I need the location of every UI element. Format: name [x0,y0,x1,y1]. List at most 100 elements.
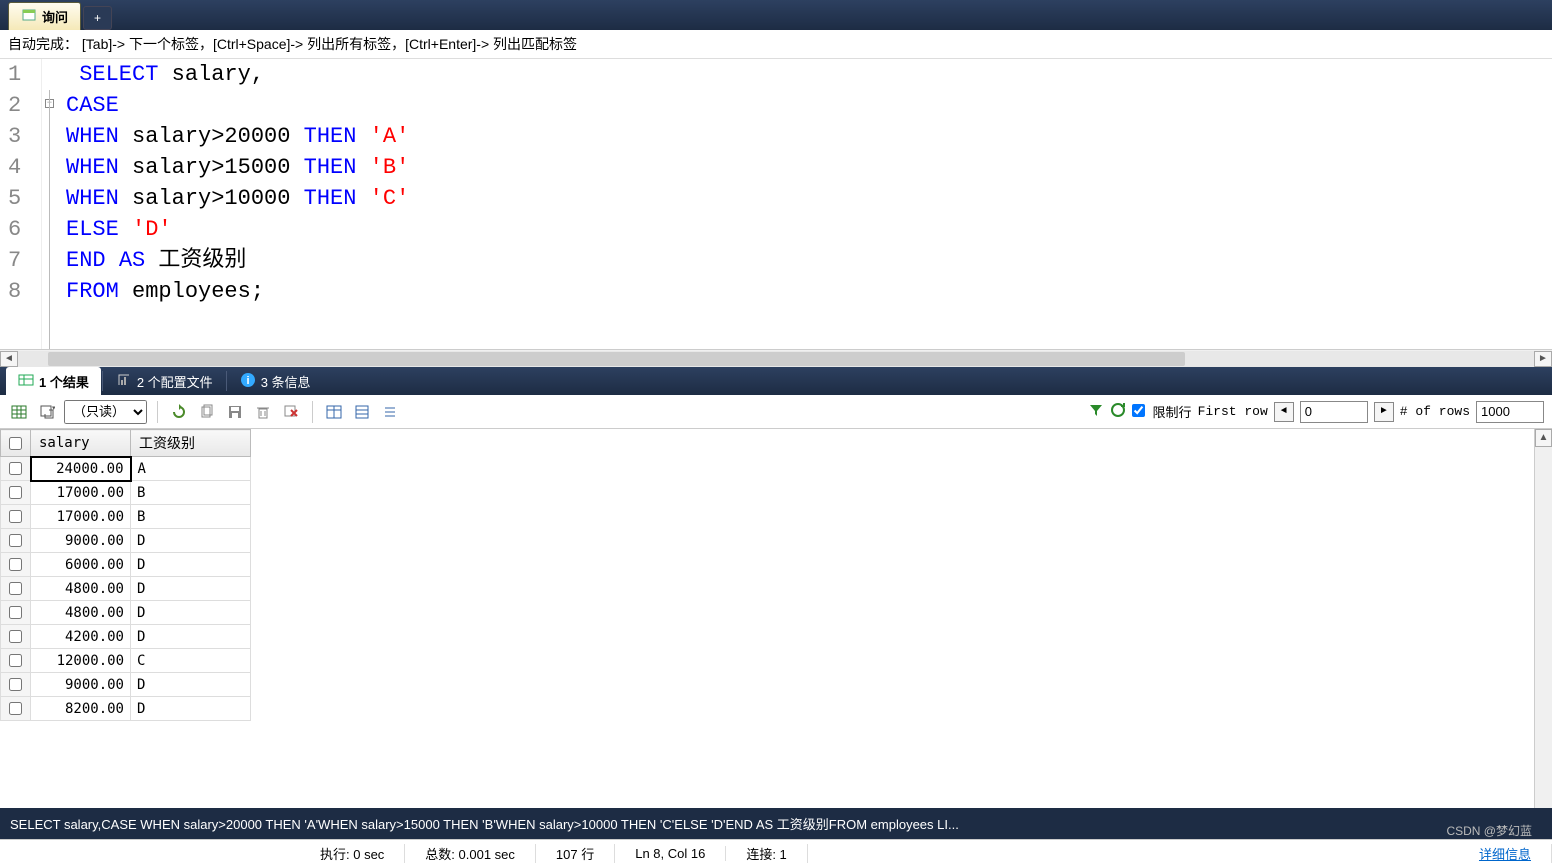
cancel-edit-button[interactable] [280,401,302,423]
table-row[interactable]: 4800.00D [1,577,251,601]
profile-icon [116,372,132,391]
table-row[interactable]: 17000.00B [1,481,251,505]
view-form-button[interactable] [351,401,373,423]
tab-results[interactable]: 1 个结果 [6,367,101,396]
status-position: Ln 8, Col 16 [615,846,726,861]
cell-salary[interactable]: 4200.00 [31,625,131,649]
row-checkbox[interactable] [1,529,31,553]
results-grid[interactable]: salary 工资级别 24000.00A17000.00B17000.00B9… [0,429,1552,808]
table-row[interactable]: 24000.00A [1,457,251,481]
scroll-thumb[interactable] [48,352,1185,366]
row-checkbox[interactable] [1,601,31,625]
column-header-level[interactable]: 工资级别 [131,430,251,457]
column-header-salary[interactable]: salary [31,430,131,457]
new-tab-button[interactable]: + [83,6,112,30]
scroll-right-arrow[interactable]: ► [1534,351,1552,367]
export-button[interactable]: ▾ [36,401,58,423]
status-rows: 107 行 [536,844,615,863]
table-row[interactable]: 9000.00D [1,673,251,697]
status-details-link[interactable]: 详细信息 [1459,844,1552,863]
line-gutter: 12345678 [0,59,42,349]
sql-editor[interactable]: 12345678 − SELECT salary,CASEWHEN salary… [0,59,1552,349]
query-tab[interactable]: 询问 [8,2,81,30]
cell-level[interactable]: D [131,529,251,553]
refresh-button[interactable] [168,401,190,423]
cell-level[interactable]: D [131,601,251,625]
cell-level[interactable]: C [131,649,251,673]
cell-level[interactable]: B [131,505,251,529]
code-content[interactable]: SELECT salary,CASEWHEN salary>20000 THEN… [58,59,1552,349]
row-checkbox[interactable] [1,649,31,673]
cell-salary[interactable]: 8200.00 [31,697,131,721]
editor-hscrollbar[interactable]: ◄ ► [0,349,1552,367]
table-row[interactable]: 6000.00D [1,553,251,577]
table-row[interactable]: 4800.00D [1,601,251,625]
row-checkbox[interactable] [1,577,31,601]
cell-salary[interactable]: 17000.00 [31,481,131,505]
first-row-input[interactable] [1300,401,1368,423]
row-checkbox[interactable] [1,553,31,577]
row-checkbox[interactable] [1,625,31,649]
table-row[interactable]: 8200.00D [1,697,251,721]
status-bar: 执行: 0 sec 总数: 0.001 sec 107 行 Ln 8, Col … [0,839,1552,867]
query-tab-label: 询问 [42,7,68,26]
table-row[interactable]: 12000.00C [1,649,251,673]
cell-level[interactable]: D [131,553,251,577]
refresh-all-icon[interactable] [1110,402,1126,422]
prev-page-button[interactable]: ◄ [1274,402,1294,422]
copy-button[interactable] [196,401,218,423]
first-row-label: First row [1198,404,1268,419]
scroll-up-arrow[interactable]: ▲ [1535,429,1552,447]
row-checkbox[interactable] [1,697,31,721]
query-tab-bar: 询问 + [0,0,1552,30]
select-all-checkbox[interactable] [1,430,31,457]
status-exec: 执行: 0 sec [300,844,405,863]
tab-profiles[interactable]: 2 个配置文件 [104,367,225,396]
results-tab-bar: 1 个结果 2 个配置文件 i 3 条信息 [0,367,1552,395]
grid-vscrollbar[interactable]: ▲ [1534,429,1552,808]
save-button[interactable] [224,401,246,423]
cell-level[interactable]: B [131,481,251,505]
svg-text:▾: ▾ [52,405,55,412]
readonly-combo[interactable]: （只读） [64,400,147,424]
cell-salary[interactable]: 6000.00 [31,553,131,577]
cell-level[interactable]: D [131,577,251,601]
table-row[interactable]: 17000.00B [1,505,251,529]
cell-level[interactable]: D [131,697,251,721]
cell-salary[interactable]: 9000.00 [31,529,131,553]
tab-messages[interactable]: i 3 条信息 [228,367,323,396]
cell-salary[interactable]: 4800.00 [31,601,131,625]
sql-icon [21,7,37,26]
cell-salary[interactable]: 17000.00 [31,505,131,529]
table-row[interactable]: 9000.00D [1,529,251,553]
tab-profiles-label: 2 个配置文件 [137,372,213,391]
view-text-button[interactable] [379,401,401,423]
results-toolbar: ▾ （只读） 限制行 First row ◄ ► # of rows [0,395,1552,429]
num-rows-input[interactable] [1476,401,1544,423]
cell-salary[interactable]: 4800.00 [31,577,131,601]
row-checkbox[interactable] [1,673,31,697]
next-page-button[interactable]: ► [1374,402,1394,422]
info-icon: i [240,372,256,391]
cell-level[interactable]: A [131,457,251,481]
row-checkbox[interactable] [1,457,31,481]
filter-icon[interactable] [1088,402,1104,422]
row-checkbox[interactable] [1,505,31,529]
tab-results-label: 1 个结果 [39,372,89,391]
status-total: 总数: 0.001 sec [405,844,536,863]
view-grid-button[interactable] [323,401,345,423]
cell-salary[interactable]: 9000.00 [31,673,131,697]
status-connection: 连接: 1 [726,844,807,863]
cell-level[interactable]: D [131,673,251,697]
table-row[interactable]: 4200.00D [1,625,251,649]
scroll-track[interactable] [18,351,1534,367]
row-checkbox[interactable] [1,481,31,505]
cell-level[interactable]: D [131,625,251,649]
limit-rows-checkbox[interactable]: 限制行 [1132,402,1192,421]
cell-salary[interactable]: 24000.00 [31,457,131,481]
scroll-left-arrow[interactable]: ◄ [0,351,18,367]
delete-button[interactable] [252,401,274,423]
grid-mode-button[interactable] [8,401,30,423]
cell-salary[interactable]: 12000.00 [31,649,131,673]
fold-column[interactable]: − [42,59,58,349]
